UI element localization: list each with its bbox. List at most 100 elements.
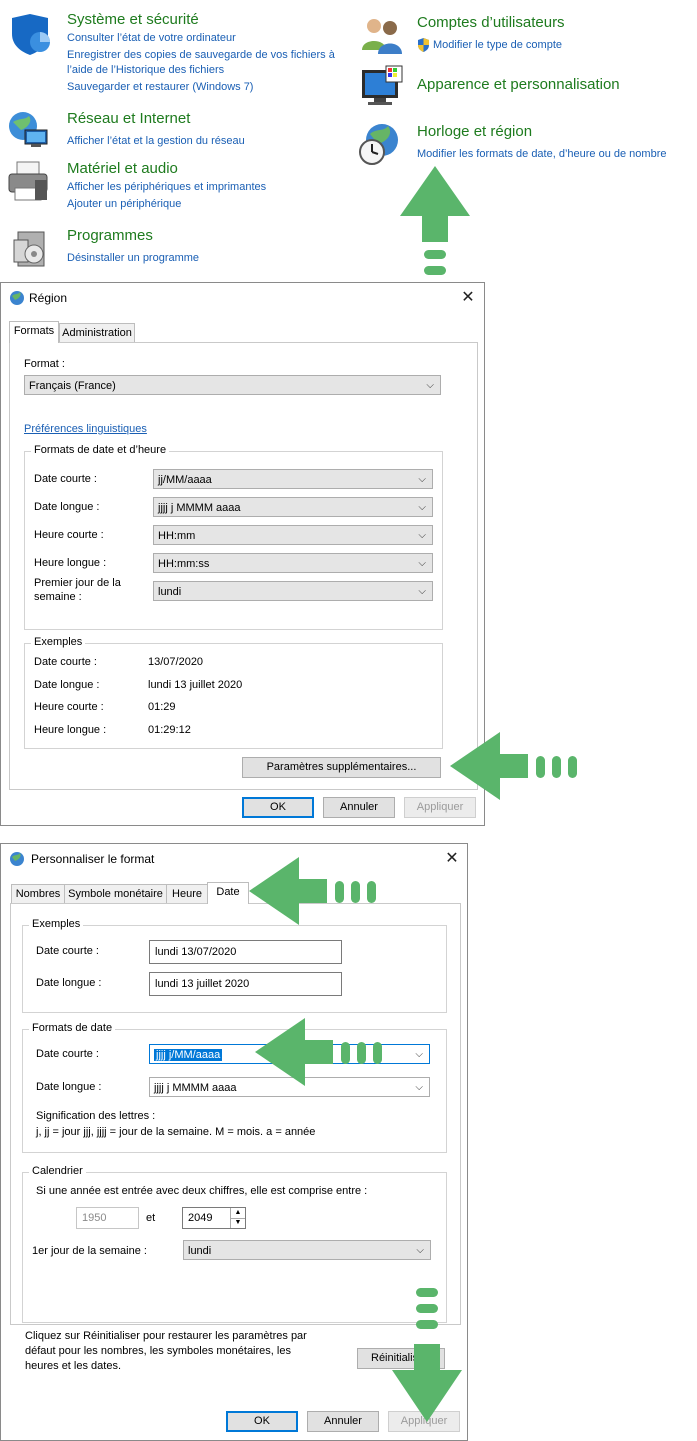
spin-down-icon[interactable]: ▼ xyxy=(230,1218,245,1228)
long-time-label: Heure longue : xyxy=(34,557,107,569)
ok-button[interactable]: OK xyxy=(226,1411,298,1432)
long-date-format-value: jjjj j MMMM aaaa xyxy=(154,1082,237,1094)
customize-globe-icon xyxy=(10,852,24,866)
format-select[interactable]: Français (France) ⌵ xyxy=(24,375,441,395)
short-date-select[interactable]: jj/MM/aaaa ⌵ xyxy=(153,469,433,489)
chevron-down-icon: ⌵ xyxy=(418,502,426,513)
accounts-link-type[interactable]: Modifier le type de compte xyxy=(433,39,562,51)
tab-date[interactable]: Date xyxy=(207,882,249,904)
examples-group-label: Exemples xyxy=(31,636,86,648)
clock-link-formats[interactable]: Modifier les formats de date, d’heure ou… xyxy=(417,148,666,160)
tab-numbers[interactable]: Nombres xyxy=(11,884,65,904)
system-link-backup-2[interactable]: l’aide de l’Historique des fichiers xyxy=(67,64,224,76)
system-link-state[interactable]: Consulter l’état de votre ordinateur xyxy=(67,32,236,44)
customize-close-icon[interactable]: ✕ xyxy=(442,849,462,869)
date-examples-label: Exemples xyxy=(29,918,84,930)
additional-settings-button[interactable]: Paramètres supplémentaires... xyxy=(242,757,441,778)
region-dialog-title: Région xyxy=(29,291,68,305)
short-date-label: Date courte : xyxy=(34,473,97,485)
long-date-value: jjjj j MMMM aaaa xyxy=(158,502,241,514)
first-day-label-line1: Premier jour de la xyxy=(34,577,121,589)
shield-icon xyxy=(12,14,50,55)
chevron-down-icon: ⌵ xyxy=(415,1049,423,1060)
left-arrow-annotation-3 xyxy=(255,1018,382,1086)
first-day-select[interactable]: lundi ⌵ xyxy=(153,581,433,601)
system-link-backup-1[interactable]: Enregistrer des copies de sauvegarde de … xyxy=(67,49,335,61)
calendar-group: Calendrier Si une année est entrée avec … xyxy=(22,1165,447,1323)
examples-group: Exemples Date courte : 13/07/2020 Date l… xyxy=(24,636,443,749)
system-link-restore[interactable]: Sauvegarder et restaurer (Windows 7) xyxy=(67,81,253,93)
printer-icon xyxy=(8,161,48,201)
ok-button[interactable]: OK xyxy=(242,797,314,818)
system-title[interactable]: Système et sécurité xyxy=(67,11,199,28)
programs-icon xyxy=(13,231,45,267)
short-date-format-value[interactable]: jjjj j/MM/aaaa xyxy=(154,1049,223,1061)
date-examples-group: Exemples Date courte : lundi 13/07/2020 … xyxy=(22,918,447,1013)
network-title[interactable]: Réseau et Internet xyxy=(67,110,190,127)
long-time-value: HH:mm:ss xyxy=(158,558,210,570)
long-time-select[interactable]: HH:mm:ss ⌵ xyxy=(153,553,433,573)
clock-title[interactable]: Horloge et région xyxy=(417,123,532,140)
tab-time[interactable]: Heure xyxy=(166,884,208,904)
language-preferences-link[interactable]: Préférences linguistiques xyxy=(24,423,147,435)
chevron-down-icon: ⌵ xyxy=(418,530,426,541)
cancel-button[interactable]: Annuler xyxy=(323,797,395,818)
down-arrow-annotation xyxy=(392,1288,462,1422)
customize-dialog-title: Personnaliser le format xyxy=(31,852,155,866)
tab-currency[interactable]: Symbole monétaire xyxy=(64,884,167,904)
long-date-select[interactable]: jjjj j MMMM aaaa ⌵ xyxy=(153,497,433,517)
programs-title[interactable]: Programmes xyxy=(67,227,153,244)
first-day-week-label: 1er jour de la semaine : xyxy=(32,1245,147,1257)
users-icon xyxy=(362,19,402,54)
cancel-button[interactable]: Annuler xyxy=(307,1411,379,1432)
chevron-down-icon: ⌵ xyxy=(416,1245,424,1256)
chevron-down-icon: ⌵ xyxy=(418,586,426,597)
hardware-link-add[interactable]: Ajouter un périphérique xyxy=(67,198,181,210)
first-day-value: lundi xyxy=(158,586,182,598)
example-short-date-field: lundi 13/07/2020 xyxy=(149,940,342,964)
network-globe-icon xyxy=(9,112,48,147)
reset-text-1: Cliquez sur Réinitialiser pour restaurer… xyxy=(25,1330,307,1342)
chevron-down-icon: ⌵ xyxy=(418,474,426,485)
region-dialog: Région ✕ Formats Administration Format :… xyxy=(0,282,485,826)
letters-title: Signification des lettres : xyxy=(36,1110,156,1122)
hardware-title[interactable]: Matériel et audio xyxy=(67,160,178,177)
left-arrow-annotation-1 xyxy=(450,732,577,800)
formats-panel: Format : Français (France) ⌵ Préférences… xyxy=(9,342,478,790)
year-to-value: 2049 xyxy=(188,1212,213,1224)
network-link-state[interactable]: Afficher l’état et la gestion du réseau xyxy=(67,135,245,147)
example-short-date-label: Date courte : xyxy=(36,945,99,957)
chevron-down-icon: ⌵ xyxy=(415,1082,423,1093)
programs-link-uninstall[interactable]: Désinstaller un programme xyxy=(67,252,199,264)
example-long-date-label: Date longue : xyxy=(34,679,100,691)
example-long-time-value: 01:29:12 xyxy=(148,724,191,736)
first-day-week-select[interactable]: lundi ⌵ xyxy=(183,1240,431,1260)
reset-text-3: heures et les dates. xyxy=(25,1360,122,1372)
date-panel: Exemples Date courte : lundi 13/07/2020 … xyxy=(10,903,461,1325)
format-select-value: Français (France) xyxy=(29,380,116,392)
calendar-label: Calendrier xyxy=(29,1165,86,1177)
clock-globe-icon xyxy=(359,124,398,165)
two-digit-year-text: Si une année est entrée avec deux chiffr… xyxy=(36,1185,368,1197)
region-globe-icon xyxy=(10,291,24,305)
example-short-date-value: 13/07/2020 xyxy=(148,656,204,668)
short-time-select[interactable]: HH:mm ⌵ xyxy=(153,525,433,545)
format-label: Format : xyxy=(24,358,65,370)
region-close-icon[interactable]: ✕ xyxy=(458,288,478,308)
left-arrow-annotation-2 xyxy=(249,857,376,925)
uac-shield-icon xyxy=(418,38,429,52)
accounts-title[interactable]: Comptes d’utilisateurs xyxy=(417,14,565,31)
example-long-date-value: lundi 13 juillet 2020 xyxy=(148,679,243,691)
reset-text-2: défaut pour les nombres, les symboles mo… xyxy=(25,1345,291,1357)
year-to-field[interactable]: 2049 ▲ ▼ xyxy=(182,1207,246,1229)
year-from-field: 1950 xyxy=(76,1207,139,1229)
chevron-down-icon: ⌵ xyxy=(426,380,434,391)
example-short-time-value: 01:29 xyxy=(148,701,176,713)
long-date-label: Date longue : xyxy=(34,501,100,513)
example-long-date-field: lundi 13 juillet 2020 xyxy=(149,972,342,996)
tab-administration[interactable]: Administration xyxy=(59,323,135,343)
hardware-link-devices[interactable]: Afficher les périphériques et imprimante… xyxy=(67,181,266,193)
datetime-group-label: Formats de date et d’heure xyxy=(31,444,170,456)
appearance-title[interactable]: Apparence et personnalisation xyxy=(417,76,620,93)
tab-formats[interactable]: Formats xyxy=(9,321,59,343)
